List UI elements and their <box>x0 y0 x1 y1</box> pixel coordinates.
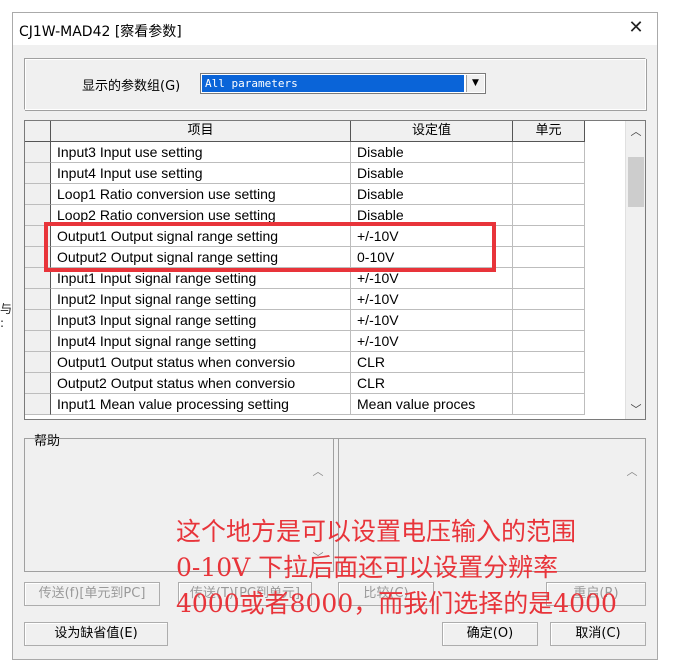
param-value-cell[interactable]: +/-10V <box>351 331 513 352</box>
chevron-down-icon[interactable]: ﹀ <box>626 401 645 419</box>
transfer-unit-to-pc-button[interactable]: 传送(f)[单元到PC] <box>24 582 160 606</box>
vertical-scrollbar[interactable]: ︿ ﹀ <box>625 121 645 419</box>
table-row[interactable]: Input2 Input signal range setting +/-10V <box>25 289 625 310</box>
close-icon[interactable]: ✕ <box>621 17 651 41</box>
left-edge-text: 与 : <box>0 302 13 330</box>
ok-button[interactable]: 确定(O) <box>442 622 538 646</box>
cancel-button[interactable]: 取消(C) <box>550 622 646 646</box>
param-value-cell[interactable]: Disable <box>351 163 513 184</box>
param-name-cell[interactable]: Input4 Input use setting <box>51 163 351 184</box>
param-name-cell[interactable]: Input3 Input use setting <box>51 142 351 163</box>
param-unit-cell[interactable] <box>513 184 585 205</box>
param-name-cell[interactable]: Input1 Mean value processing setting <box>51 394 351 415</box>
row-header[interactable] <box>25 142 51 163</box>
param-group-select[interactable]: All parameters ▼ <box>200 73 486 94</box>
param-unit-cell[interactable] <box>513 268 585 289</box>
chevron-up-icon[interactable]: ︿ <box>623 463 641 479</box>
param-name-cell[interactable]: Input2 Input signal range setting <box>51 289 351 310</box>
table-row[interactable]: Input3 Input signal range setting +/-10V <box>25 310 625 331</box>
title-bar: CJ1W-MAD42 [察看参数] ✕ <box>13 13 657 45</box>
row-header[interactable] <box>25 163 51 184</box>
annotation-line-3: 4000或者8000，而我们选择的是4000 <box>176 589 617 618</box>
param-value-cell[interactable]: Disable <box>351 142 513 163</box>
scrollbar-thumb[interactable] <box>628 157 644 207</box>
column-header-item[interactable]: 项目 <box>51 121 351 142</box>
param-unit-cell[interactable] <box>513 352 585 373</box>
window-title: CJ1W-MAD42 [察看参数] <box>19 24 182 40</box>
column-header-unit[interactable]: 单元 <box>513 121 585 142</box>
param-group-selected: All parameters <box>202 75 464 92</box>
table-row[interactable]: Output2 Output status when conversio CLR <box>25 373 625 394</box>
param-value-cell[interactable]: Mean value proces <box>351 394 513 415</box>
param-name-cell[interactable]: Output2 Output status when conversio <box>51 373 351 394</box>
param-unit-cell[interactable] <box>513 331 585 352</box>
row-header[interactable] <box>25 373 51 394</box>
param-group-label: 显示的参数组(G) <box>82 79 181 94</box>
row-header[interactable] <box>25 394 51 415</box>
param-unit-cell[interactable] <box>513 289 585 310</box>
table-header: 项目 设定值 单元 <box>25 121 625 142</box>
param-value-cell[interactable]: +/-10V <box>351 289 513 310</box>
table-row[interactable]: Input4 Input use setting Disable <box>25 163 625 184</box>
param-value-cell[interactable]: Disable <box>351 184 513 205</box>
param-unit-cell[interactable] <box>513 394 585 415</box>
chevron-down-icon[interactable]: ▼ <box>466 75 484 92</box>
red-annotation-text: 这个地方是可以设置电压输入的范围 0-10V 下拉后面还可以设置分辨率 4000… <box>176 514 676 622</box>
table-row[interactable]: Loop1 Ratio conversion use setting Disabl… <box>25 184 625 205</box>
table-row[interactable]: Input3 Input use setting Disable <box>25 142 625 163</box>
table-row[interactable]: Input4 Input signal range setting +/-10V <box>25 331 625 352</box>
param-name-cell[interactable]: Output1 Output status when conversio <box>51 352 351 373</box>
row-header[interactable] <box>25 184 51 205</box>
param-value-cell[interactable]: CLR <box>351 373 513 394</box>
param-unit-cell[interactable] <box>513 310 585 331</box>
column-header-value[interactable]: 设定值 <box>351 121 513 142</box>
row-header[interactable] <box>25 310 51 331</box>
param-name-cell[interactable]: Input4 Input signal range setting <box>51 331 351 352</box>
param-value-cell[interactable]: +/-10V <box>351 310 513 331</box>
red-highlight-box <box>44 222 496 272</box>
param-name-cell[interactable]: Input3 Input signal range setting <box>51 310 351 331</box>
chevron-up-icon[interactable]: ︿ <box>626 123 645 141</box>
param-unit-cell[interactable] <box>513 205 585 226</box>
annotation-line-2: 0-10V 下拉后面还可以设置分辨率 <box>176 553 559 582</box>
param-value-cell[interactable]: CLR <box>351 352 513 373</box>
chevron-up-icon[interactable]: ︿ <box>309 463 327 479</box>
set-default-button[interactable]: 设为缺省值(E) <box>24 622 168 646</box>
param-unit-cell[interactable] <box>513 373 585 394</box>
row-header[interactable] <box>25 352 51 373</box>
row-header[interactable] <box>25 289 51 310</box>
param-unit-cell[interactable] <box>513 247 585 268</box>
param-unit-cell[interactable] <box>513 163 585 184</box>
row-header-corner <box>25 121 51 142</box>
table-row[interactable]: Input1 Mean value processing setting Mean… <box>25 394 625 415</box>
row-header[interactable] <box>25 331 51 352</box>
param-unit-cell[interactable] <box>513 142 585 163</box>
table-row[interactable]: Output1 Output status when conversio CLR <box>25 352 625 373</box>
annotation-line-1: 这个地方是可以设置电压输入的范围 <box>176 517 577 546</box>
param-unit-cell[interactable] <box>513 226 585 247</box>
param-name-cell[interactable]: Loop1 Ratio conversion use setting <box>51 184 351 205</box>
